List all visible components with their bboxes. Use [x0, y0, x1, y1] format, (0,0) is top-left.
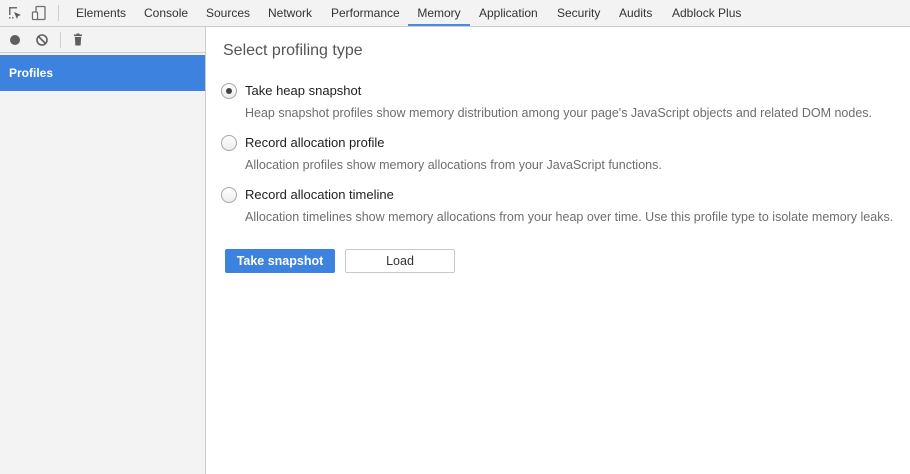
tab-security[interactable]: Security: [557, 0, 600, 26]
option-label[interactable]: Record allocation profile: [245, 135, 384, 151]
option-description: Allocation timelines show memory allocat…: [245, 210, 894, 224]
tab-performance[interactable]: Performance: [331, 0, 400, 26]
option-description: Heap snapshot profiles show memory distr…: [245, 106, 873, 120]
inspect-element-icon[interactable]: [7, 5, 23, 21]
memory-panel: Select profiling type Take heap snapshot…: [207, 27, 910, 474]
profiles-sidebar: Profiles: [0, 27, 206, 474]
record-icon[interactable]: [7, 32, 23, 48]
tab-audits[interactable]: Audits: [619, 0, 652, 26]
tab-adblock-plus[interactable]: Adblock Plus: [672, 0, 741, 26]
devtools-tab-bar: Elements Console Sources Network Perform…: [0, 0, 910, 27]
take-snapshot-button[interactable]: Take snapshot: [225, 249, 335, 273]
tab-elements[interactable]: Elements: [76, 0, 126, 26]
option-label[interactable]: Record allocation timeline: [245, 187, 394, 203]
sidebar-toolbar: [0, 27, 205, 53]
toolbar-divider: [60, 32, 61, 48]
tab-application[interactable]: Application: [479, 0, 538, 26]
tab-sources[interactable]: Sources: [206, 0, 250, 26]
option-label[interactable]: Take heap snapshot: [245, 83, 361, 99]
load-button[interactable]: Load: [345, 249, 455, 273]
clear-icon[interactable]: [34, 32, 50, 48]
tab-network[interactable]: Network: [268, 0, 312, 26]
tab-memory[interactable]: Memory: [408, 0, 470, 26]
trash-icon[interactable]: [70, 32, 86, 48]
device-toggle-icon[interactable]: [31, 5, 47, 21]
toolbar-divider: [58, 5, 59, 21]
option-description: Allocation profiles show memory allocati…: [245, 158, 662, 172]
tab-console[interactable]: Console: [144, 0, 188, 26]
radio-allocation-timeline[interactable]: [221, 187, 237, 203]
radio-allocation-profile[interactable]: [221, 135, 237, 151]
radio-heap-snapshot[interactable]: [221, 83, 237, 99]
page-title: Select profiling type: [223, 42, 363, 59]
sidebar-item-profiles[interactable]: Profiles: [0, 55, 205, 91]
